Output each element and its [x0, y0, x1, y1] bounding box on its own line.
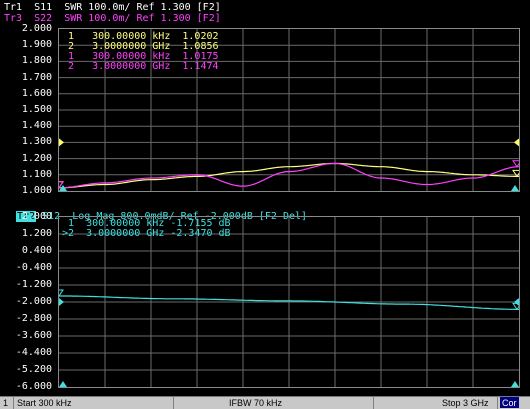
- stop-stimulus-marker: [511, 185, 519, 191]
- ifbw-setting[interactable]: IFBW 70 kHz: [174, 397, 374, 409]
- y-tick-label: 1.500: [21, 104, 52, 115]
- ref-level-marker[interactable]: [59, 298, 64, 306]
- y-tick-label: 1.200: [21, 228, 52, 239]
- marker-1-flag[interactable]: [59, 289, 64, 297]
- status-bar: 1 Start 300 kHz IFBW 70 kHz Stop 3 GHz C…: [0, 396, 530, 409]
- y-tick-label: 2.000: [21, 211, 52, 222]
- y-tick-label: 1.600: [21, 87, 52, 99]
- ref-level-marker[interactable]: [59, 138, 64, 147]
- lower-plot[interactable]: [58, 216, 520, 388]
- channel-number[interactable]: 1: [0, 397, 14, 409]
- y-tick-label: 0.400: [21, 245, 52, 256]
- y-tick-label: 1.900: [21, 39, 52, 51]
- y-tick-label: 1.800: [21, 55, 52, 67]
- start-stimulus-marker: [59, 381, 67, 387]
- y-tick-label: -3.600: [15, 330, 52, 341]
- y-tick-label: 1.100: [21, 168, 52, 180]
- y-tick-label: -6.000: [15, 381, 52, 392]
- marker-2-flag[interactable]: [512, 160, 519, 168]
- y-tick-label: 1.300: [21, 136, 52, 148]
- y-tick-label: 1.200: [21, 152, 52, 164]
- y-tick-label: -2.800: [15, 313, 52, 324]
- y-tick-label: -4.400: [15, 347, 52, 358]
- y-tick-label: -1.200: [15, 279, 52, 290]
- y-tick-label: 1.400: [21, 120, 52, 132]
- marker-row: >2 3.0000000 GHz -2.3470 dB: [62, 228, 231, 239]
- y-tick-label: 1.000: [21, 185, 52, 196]
- y-tick-label: -2.000: [15, 296, 52, 307]
- y-tick-label: -0.400: [15, 262, 52, 273]
- marker-row: 2 3.0000000 GHz 1.1474: [68, 61, 219, 72]
- correction-indicator[interactable]: Cor: [500, 397, 519, 408]
- stop-frequency[interactable]: Stop 3 GHz: [374, 397, 498, 409]
- start-frequency[interactable]: Start 300 kHz: [14, 397, 174, 409]
- marker-2-flag[interactable]: [512, 169, 519, 178]
- y-tick-label: 1.700: [21, 71, 52, 83]
- stop-stimulus-marker: [511, 381, 519, 387]
- y-tick-label: -5.200: [15, 364, 52, 375]
- y-tick-label: 2.000: [21, 23, 52, 34]
- ref-level-marker[interactable]: [514, 298, 519, 306]
- lower-plot-svg: [59, 217, 519, 387]
- ref-level-marker[interactable]: [514, 138, 519, 147]
